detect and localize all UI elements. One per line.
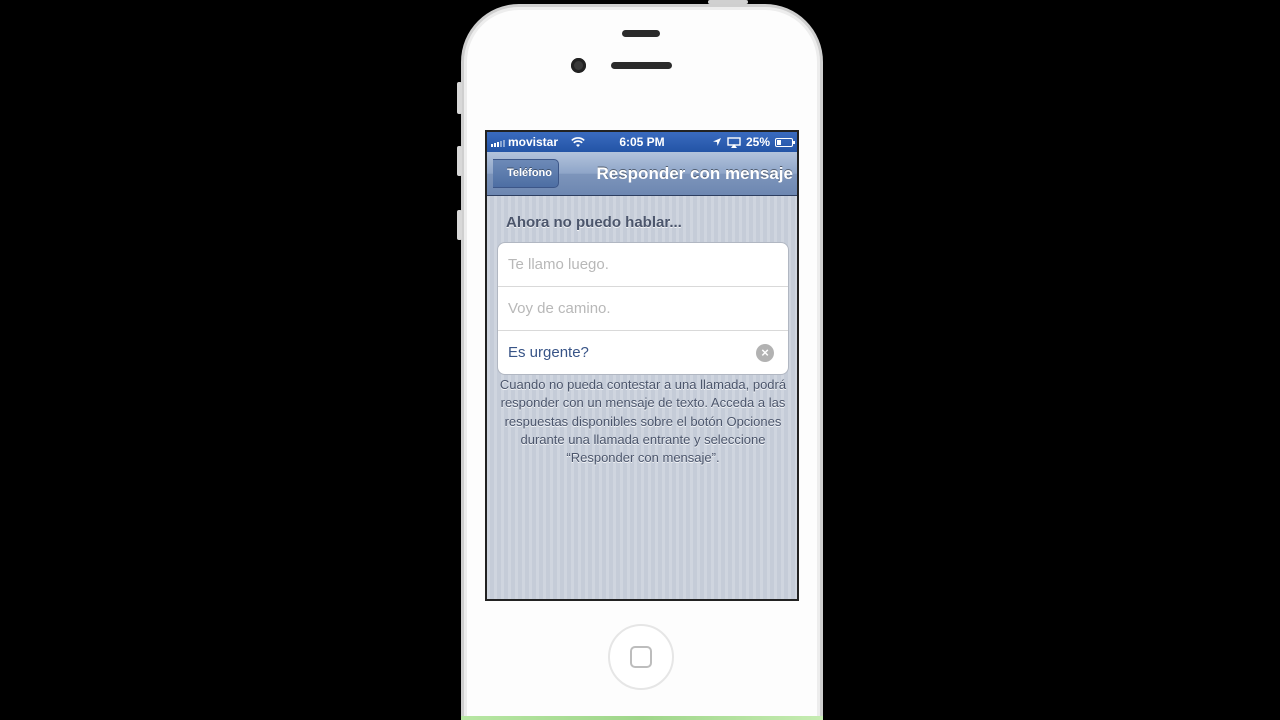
response-field-3[interactable]: Es urgente? × [498, 331, 788, 374]
battery-fill [777, 139, 781, 145]
home-button[interactable] [608, 624, 674, 690]
help-text: Cuando no pueda contestar a una llamada,… [499, 377, 787, 466]
battery-percent: 25% [745, 135, 770, 149]
response-field-2[interactable]: Voy de camino. [498, 287, 788, 331]
airplay-icon [727, 136, 741, 148]
responses-group: Te llamo luego. Voy de camino. Es urgent… [497, 242, 789, 375]
front-camera [571, 58, 586, 73]
clear-text-icon[interactable]: × [756, 344, 774, 362]
speaker-grille [611, 62, 672, 69]
volume-up-button [457, 146, 462, 176]
dock-edge [461, 716, 823, 720]
phone-screen: movistar 6:05 PM 25% Teléfono Responder … [485, 130, 799, 601]
status-right-group: 25% [712, 135, 795, 149]
volume-down-button [457, 210, 462, 240]
earpiece-slot [622, 30, 660, 37]
back-button[interactable]: Teléfono [493, 159, 559, 188]
mute-switch [457, 82, 462, 114]
power-button [708, 0, 748, 4]
response-field-1[interactable]: Te llamo luego. [498, 243, 788, 287]
battery-icon [775, 137, 795, 147]
home-square-icon [630, 646, 652, 668]
location-arrow-icon [712, 138, 721, 146]
page-title: Responder con mensaje [596, 164, 793, 183]
response-field-3-value: Es urgente? [508, 344, 589, 361]
navigation-bar: Teléfono Responder con mensaje [487, 152, 797, 196]
section-header: Ahora no puedo hablar... [506, 214, 682, 231]
status-bar: movistar 6:05 PM 25% [487, 132, 797, 152]
